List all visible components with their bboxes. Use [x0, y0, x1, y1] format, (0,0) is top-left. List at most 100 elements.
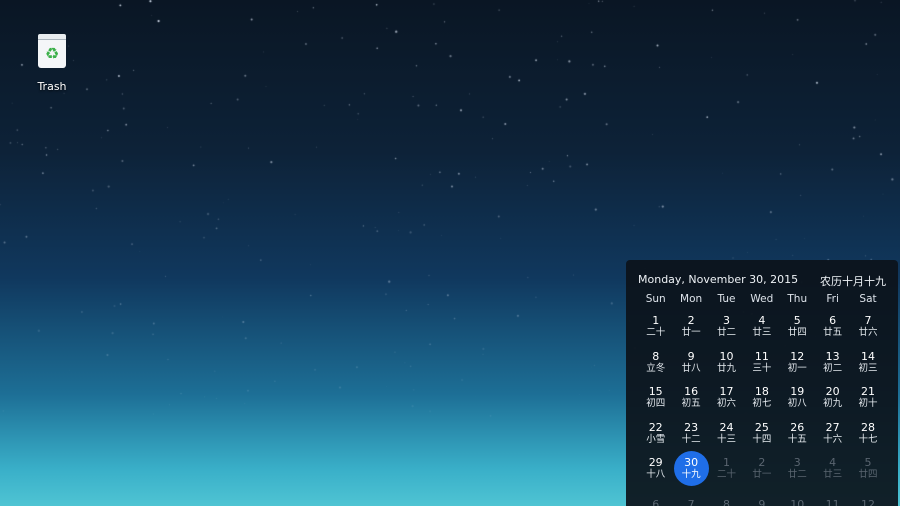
calendar-day[interactable]: 4 廿三	[815, 451, 850, 487]
calendar-day-lunar: 初四	[646, 398, 666, 410]
calendar-day[interactable]: 9	[744, 487, 779, 506]
calendar-day-lunar: 廿二	[787, 469, 807, 481]
calendar-day[interactable]: 17 初六	[709, 380, 744, 416]
trash-label: Trash	[37, 80, 67, 93]
calendar-day-lunar: 十四	[752, 433, 772, 445]
weekday-label: Tue	[717, 293, 736, 305]
calendar-day-number: 23	[684, 420, 699, 434]
calendar-day-lunar: 廿五	[823, 327, 843, 339]
calendar-day[interactable]: 20 初九	[815, 380, 850, 416]
weekday-label: Thu	[787, 293, 808, 305]
weekday-label: Sat	[859, 293, 877, 305]
calendar-day-number: 21	[861, 385, 876, 399]
calendar-day[interactable]: 3 廿二	[709, 309, 744, 345]
calendar-day[interactable]: 7	[673, 487, 708, 506]
calendar-day-number: 30	[684, 456, 699, 469]
calendar-day-number: 16	[684, 385, 699, 399]
weekday-label: Mon	[680, 293, 703, 305]
calendar-day-number: 9	[687, 349, 695, 363]
calendar-day[interactable]: 25 十四	[744, 416, 779, 452]
calendar-day-grid: 1 二十 2 廿一 3 廿二 4 廿三 5 廿四 6 廿五 7 廿六 8 立冬 9 廿八 10 廿九 11 三十 12 初一 1…	[638, 309, 886, 506]
calendar-day[interactable]: 11 三十	[744, 345, 779, 381]
calendar-day[interactable]: 12 初一	[780, 345, 815, 381]
calendar-day-number: 2	[687, 314, 695, 328]
calendar-day-number: 14	[861, 349, 876, 363]
calendar-day[interactable]: 14 初三	[850, 345, 885, 381]
calendar-day-number: 10	[719, 349, 734, 363]
calendar-day[interactable]: 23 十二	[673, 416, 708, 452]
calendar-day[interactable]: 24 十三	[709, 416, 744, 452]
calendar-day[interactable]: 9 廿八	[673, 345, 708, 381]
calendar-day-number: 22	[648, 420, 663, 434]
calendar-day-lunar: 廿六	[858, 327, 878, 339]
calendar-day-lunar: 廿三	[823, 469, 843, 481]
calendar-day[interactable]: 27 十六	[815, 416, 850, 452]
calendar-day-lunar: 三十	[752, 362, 772, 374]
calendar-day-number: 28	[861, 420, 876, 434]
calendar-day-lunar: 廿一	[681, 327, 701, 339]
calendar-lunar-date: 农历十月十九	[820, 275, 886, 288]
calendar-popup: Monday, November 30, 2015 农历十月十九 Sun Mon…	[626, 260, 898, 506]
calendar-day[interactable]: 8	[709, 487, 744, 506]
calendar-day[interactable]: 22 小雪	[638, 416, 673, 452]
calendar-day[interactable]: 1 二十	[709, 451, 744, 487]
calendar-day-lunar: 十三	[716, 433, 736, 445]
calendar-day[interactable]: 10 廿九	[709, 345, 744, 381]
calendar-day[interactable]: 13 初二	[815, 345, 850, 381]
calendar-day-lunar: 廿二	[716, 327, 736, 339]
calendar-day-number: 12	[861, 497, 876, 506]
calendar-day-lunar: 初六	[716, 398, 736, 410]
calendar-day-lunar: 廿九	[716, 362, 736, 374]
calendar-day[interactable]: 18 初七	[744, 380, 779, 416]
calendar-day[interactable]: 16 初五	[673, 380, 708, 416]
calendar-day[interactable]: 21 初十	[850, 380, 885, 416]
calendar-day-lunar: 二十	[646, 327, 666, 339]
calendar-day-number: 11	[825, 497, 840, 506]
calendar-day-selected[interactable]: 30 十九	[673, 451, 709, 486]
calendar-day[interactable]: 11	[815, 487, 850, 506]
calendar-day-number: 25	[754, 420, 769, 434]
desktop-trash[interactable]: ♻ Trash	[22, 34, 82, 93]
calendar-day[interactable]: 4 廿三	[744, 309, 779, 345]
calendar-day-lunar: 初三	[858, 362, 878, 374]
calendar-day-number: 3	[793, 456, 801, 470]
calendar-day-number: 11	[754, 349, 769, 363]
calendar-day[interactable]: 3 廿二	[780, 451, 815, 487]
calendar-day[interactable]: 28 十七	[850, 416, 885, 452]
calendar-day-lunar: 十五	[787, 433, 807, 445]
calendar-day[interactable]: 29 十八	[638, 451, 673, 487]
calendar-day-number: 18	[754, 385, 769, 399]
calendar-day[interactable]: 26 十五	[780, 416, 815, 452]
calendar-day-number: 29	[648, 456, 663, 470]
calendar-day[interactable]: 1 二十	[638, 309, 673, 345]
calendar-day[interactable]: 12	[850, 487, 885, 506]
calendar-day-lunar: 二十	[716, 469, 736, 481]
calendar-day[interactable]: 7 廿六	[850, 309, 885, 345]
calendar-date-text: Monday, November 30, 2015	[638, 273, 799, 286]
trash-icon: ♻	[37, 34, 67, 70]
calendar-day-number: 2	[758, 456, 766, 470]
calendar-day[interactable]: 6 廿五	[815, 309, 850, 345]
calendar-day-number: 5	[864, 456, 872, 470]
calendar-day[interactable]: 6	[638, 487, 673, 506]
calendar-day[interactable]: 19 初八	[780, 380, 815, 416]
calendar-day[interactable]: 2 廿一	[744, 451, 779, 487]
calendar-day-number: 6	[829, 314, 837, 328]
calendar-day[interactable]: 2 廿一	[673, 309, 708, 345]
calendar-day[interactable]: 15 初四	[638, 380, 673, 416]
calendar-day[interactable]: 8 立冬	[638, 345, 673, 381]
calendar-day-number: 24	[719, 420, 734, 434]
calendar-day-lunar: 十六	[823, 433, 843, 445]
calendar-day-number: 26	[790, 420, 805, 434]
calendar-day-lunar: 十九	[681, 469, 701, 480]
calendar-header: Monday, November 30, 2015 农历十月十九	[638, 273, 886, 288]
calendar-day[interactable]: 5 廿四	[850, 451, 885, 487]
calendar-day[interactable]: 5 廿四	[780, 309, 815, 345]
calendar-day-number: 1	[722, 456, 730, 470]
calendar-day-number: 8	[722, 497, 730, 506]
calendar-day-lunar: 初二	[823, 362, 843, 374]
calendar-day-lunar: 初十	[858, 398, 878, 410]
calendar-day[interactable]: 10	[780, 487, 815, 506]
calendar-day-number: 27	[825, 420, 840, 434]
calendar-day-lunar: 十二	[681, 433, 701, 445]
